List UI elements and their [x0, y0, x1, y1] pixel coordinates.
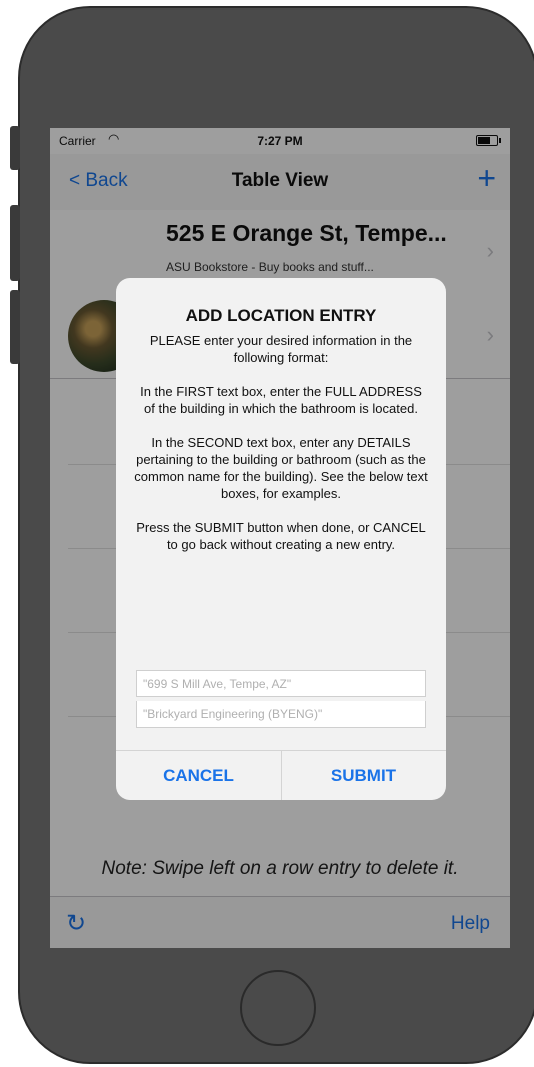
alert-buttons: CANCEL SUBMIT — [116, 750, 446, 800]
details-field[interactable] — [136, 701, 426, 728]
screen: Carrier ◠ 7:27 PM < Back Table View + 52… — [50, 128, 510, 948]
address-field[interactable] — [136, 670, 426, 697]
mute-switch — [10, 126, 20, 170]
home-button[interactable] — [240, 970, 316, 1046]
volume-up-button — [10, 205, 20, 281]
add-location-alert: ADD LOCATION ENTRY PLEASE enter your des… — [116, 278, 446, 800]
submit-button[interactable]: SUBMIT — [281, 751, 446, 800]
alert-message: PLEASE enter your desired information in… — [134, 333, 428, 552]
volume-down-button — [10, 290, 20, 364]
cancel-button[interactable]: CANCEL — [116, 751, 282, 800]
alert-title: ADD LOCATION ENTRY — [185, 306, 377, 325]
